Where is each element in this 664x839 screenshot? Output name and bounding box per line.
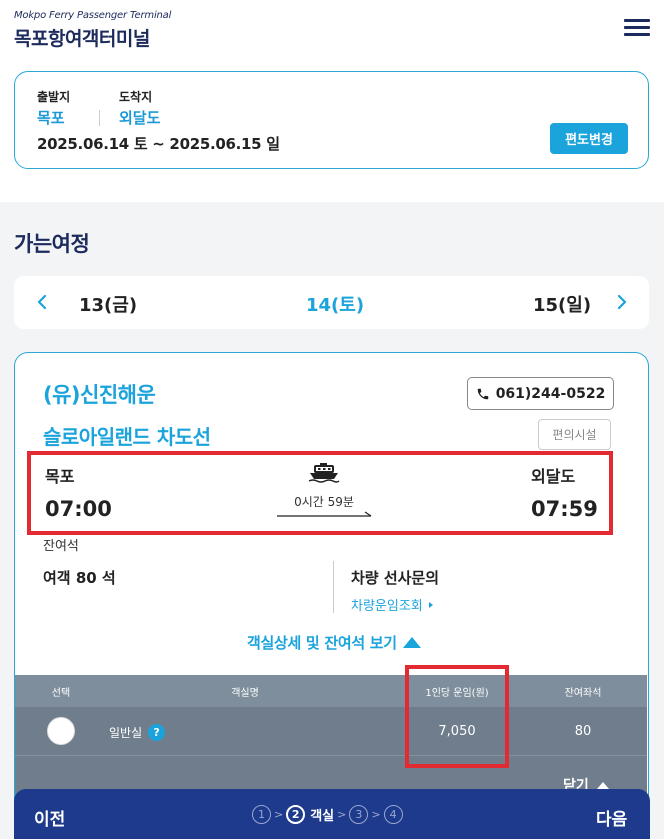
passenger-seats: 여객 80 석 (43, 569, 116, 587)
room-name: 일반실 (109, 726, 143, 740)
departure-value: 목포 (37, 109, 65, 127)
ship-name: 슬로아일랜드 차도선 (43, 425, 211, 449)
room-select-radio[interactable] (47, 717, 75, 745)
caret-up-icon (402, 637, 421, 648)
arrow-right-icon (277, 511, 372, 517)
active-step-label: 객실 (310, 809, 335, 824)
header: Mokpo Ferry Passenger Terminal 목포항여객터미널 (0, 0, 664, 60)
prev-button[interactable]: 이전 (34, 805, 65, 830)
phone-number: 061)244-0522 (495, 385, 606, 402)
remaining-seats-label: 잔여석 (43, 539, 79, 554)
trip-times-highlight: 목포 외달도 07:00 07:59 0시간 59분 (27, 451, 613, 535)
phone-icon (477, 388, 488, 399)
vehicle-fare-link[interactable]: 차량운임조회 (351, 595, 433, 614)
schedule-card: (유)신진해운 061)244-0522 슬로아일랜드 차도선 편의시설 목포 … (14, 352, 649, 839)
phone-button[interactable]: 061)244-0522 (467, 377, 614, 410)
operator-name: (유)신진해운 (43, 383, 156, 407)
travel-dates: 2025.06.14 토 ~ 2025.06.15 일 (37, 135, 280, 153)
arrival-label: 도착지 (119, 90, 153, 104)
bottom-nav: 이전 1 > 2 객실 > 3 > 4 다음 (14, 789, 650, 839)
room-detail-toggle[interactable]: 객실상세 및 잔여석 보기 (247, 632, 421, 653)
room-detail-toggle-label: 객실상세 및 잔여석 보기 (247, 634, 397, 652)
header-select: 선택 (51, 688, 71, 699)
next-button[interactable]: 다음 (596, 805, 627, 830)
step-separator: > (371, 808, 381, 821)
table-row-room: 일반실 ? (109, 724, 166, 741)
date-next[interactable]: 15(일) (533, 291, 591, 317)
brand-en: Mokpo Ferry Passenger Terminal (14, 10, 172, 21)
caret-up-icon (596, 781, 609, 789)
departure-time: 07:00 (45, 497, 112, 521)
divider (333, 561, 334, 613)
fare-highlight-box (405, 665, 509, 768)
ship-icon (308, 463, 340, 483)
departure-port: 목포 (45, 467, 75, 486)
route-summary-card: 출발지 도착지 목포 외달도 2025.06.14 토 ~ 2025.06.15… (14, 71, 649, 169)
departure-label: 출발지 (37, 90, 71, 104)
chevron-right-icon[interactable] (610, 290, 634, 314)
date-navigator: 13(금) 14(토) 15(일) (14, 276, 649, 329)
date-current[interactable]: 14(토) (306, 291, 364, 317)
facility-button[interactable]: 편의시설 (538, 419, 611, 450)
hamburger-menu-icon[interactable] (624, 19, 650, 37)
step-separator: > (274, 808, 284, 821)
vehicle-fare-link-label: 차량운임조회 (351, 599, 423, 614)
room-seats: 80 (574, 724, 592, 739)
step-2: 2 (286, 805, 306, 824)
change-trip-button[interactable]: 편도변경 (550, 123, 628, 154)
divider (99, 110, 100, 126)
vehicle-inquiry-title: 차량 선사문의 (351, 569, 440, 587)
table-header: 선택 객실명 1인당 운임(원) 잔여좌석 (15, 675, 647, 707)
date-prev[interactable]: 13(금) (79, 291, 137, 317)
step-separator: > (337, 808, 347, 821)
row-divider (15, 755, 647, 756)
caret-right-icon (428, 601, 433, 608)
arrival-port: 외달도 (531, 467, 576, 486)
step-4: 4 (383, 805, 403, 824)
header-seats: 잔여좌석 (564, 688, 602, 699)
step-3: 3 (349, 805, 369, 824)
step-indicator: 1 > 2 객실 > 3 > 4 (252, 805, 403, 824)
help-icon[interactable]: ? (148, 724, 166, 741)
step-1: 1 (252, 805, 271, 824)
brand-logo[interactable]: 목포항여객터미널 (14, 24, 150, 51)
arrival-time: 07:59 (531, 497, 598, 521)
header-room: 객실명 (231, 688, 259, 699)
section-title: 가는여정 (14, 232, 90, 256)
arrival-value: 외달도 (119, 109, 161, 127)
chevron-left-icon[interactable] (30, 290, 54, 314)
trip-duration: 0시간 59분 (294, 495, 354, 509)
